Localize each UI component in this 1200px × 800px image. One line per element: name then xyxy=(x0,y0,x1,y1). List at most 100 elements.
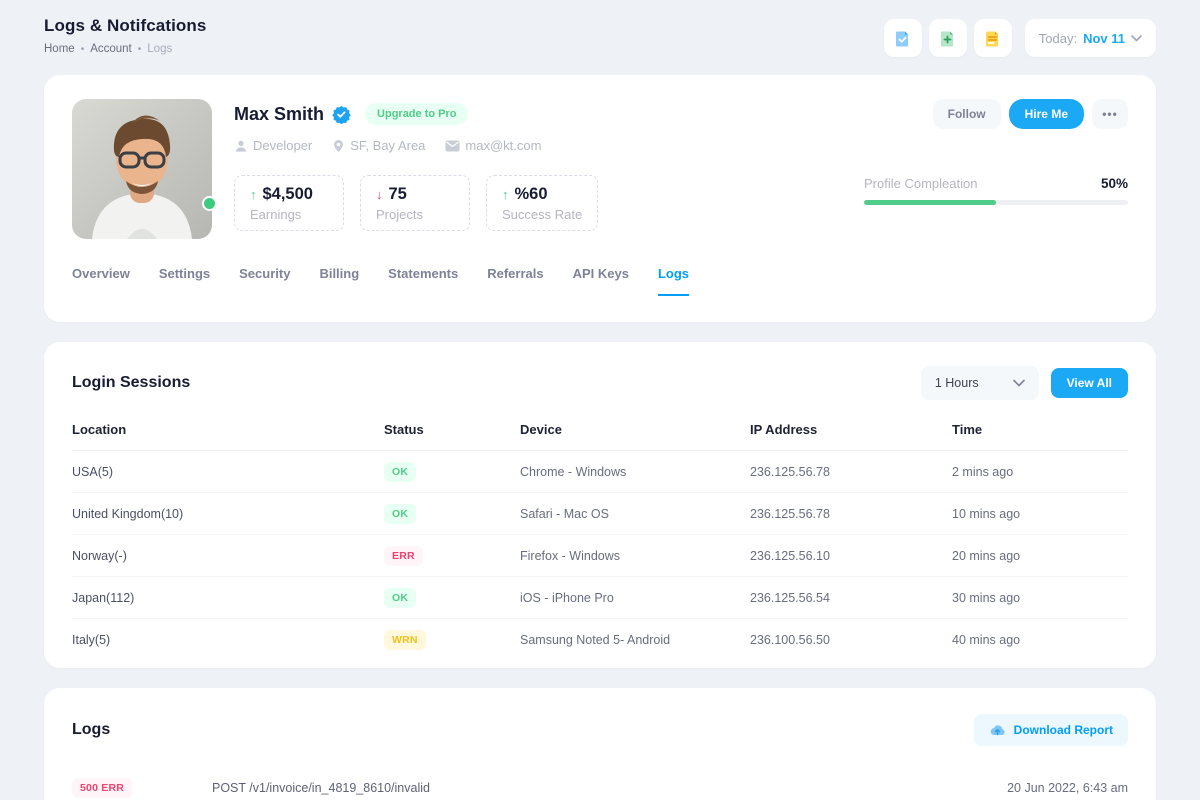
col-ip: IP Address xyxy=(750,422,952,437)
hours-filter-value: 1 Hours xyxy=(935,376,979,390)
log-status-badge: 500 ERR xyxy=(72,778,132,798)
session-row: USA(5) OK Chrome - Windows 236.125.56.78… xyxy=(72,451,1128,493)
session-time: 20 mins ago xyxy=(952,549,1128,563)
tab-billing[interactable]: Billing xyxy=(319,266,359,296)
session-status: ERR xyxy=(384,546,520,566)
breadcrumb: Home • Account • Logs xyxy=(44,43,206,55)
tab-referrals[interactable]: Referrals xyxy=(487,266,543,296)
col-status: Status xyxy=(384,422,520,437)
session-status: OK xyxy=(384,462,520,482)
avatar xyxy=(72,99,212,239)
tab-security[interactable]: Security xyxy=(239,266,290,296)
session-device: Firefox - Windows xyxy=(520,549,750,563)
completion-progress-fill xyxy=(864,200,996,205)
session-location: Italy(5) xyxy=(72,633,384,647)
file-check-button[interactable] xyxy=(884,19,922,57)
session-row: Japan(112) OK iOS - iPhone Pro 236.125.5… xyxy=(72,577,1128,619)
completion-label: Profile Compleation xyxy=(864,176,977,191)
meta-role-text: Developer xyxy=(253,138,312,153)
breadcrumb-home[interactable]: Home xyxy=(44,43,75,55)
profile-tabs: Overview Settings Security Billing State… xyxy=(72,266,1128,296)
stat-box: ↑%60 Success Rate xyxy=(486,175,598,231)
profile-meta: Developer SF, Bay Area max@kt.com xyxy=(234,138,598,153)
session-device: Safari - Mac OS xyxy=(520,507,750,521)
page-title: Logs & Notifcations xyxy=(44,16,206,36)
file-lines-icon xyxy=(983,29,1002,48)
download-report-button[interactable]: Download Report xyxy=(974,714,1128,746)
online-status-dot xyxy=(202,196,217,211)
date-label: Today: xyxy=(1039,31,1077,46)
trend-arrow-icon: ↑ xyxy=(502,187,509,202)
upgrade-pro-badge[interactable]: Upgrade to Pro xyxy=(365,103,468,125)
breadcrumb-logs: Logs xyxy=(147,43,172,55)
tab-overview[interactable]: Overview xyxy=(72,266,130,296)
tab-api-keys[interactable]: API Keys xyxy=(573,266,629,296)
tab-logs[interactable]: Logs xyxy=(658,266,689,296)
col-time: Time xyxy=(952,422,1128,437)
meta-email-text: max@kt.com xyxy=(465,138,541,153)
chevron-down-icon xyxy=(1013,379,1025,387)
stat-box: ↓ 75 Projects xyxy=(360,175,470,231)
breadcrumb-account[interactable]: Account xyxy=(90,43,132,55)
file-add-button[interactable] xyxy=(929,19,967,57)
user-icon xyxy=(234,139,248,153)
login-sessions-card: Login Sessions 1 Hours View All Location… xyxy=(44,342,1156,668)
tab-settings[interactable]: Settings xyxy=(159,266,210,296)
status-badge: OK xyxy=(384,504,416,524)
tab-statements[interactable]: Statements xyxy=(388,266,458,296)
status-badge: WRN xyxy=(384,630,426,650)
session-device: iOS - iPhone Pro xyxy=(520,591,750,605)
cloud-download-icon xyxy=(989,724,1006,737)
trend-arrow-icon: ↓ xyxy=(376,187,383,202)
date-selector[interactable]: Today: Nov 11 xyxy=(1025,19,1156,57)
topbar-actions: Today: Nov 11 xyxy=(884,19,1156,57)
page-root: Logs & Notifcations Home • Account • Logs xyxy=(0,0,1200,800)
hours-filter-select[interactable]: 1 Hours xyxy=(921,366,1039,400)
avatar-image xyxy=(72,99,212,239)
more-options-button[interactable]: ••• xyxy=(1092,99,1128,129)
log-time: 20 Jun 2022, 6:43 am xyxy=(1007,781,1128,795)
breadcrumb-dot: • xyxy=(138,44,142,55)
profile-right: Follow Hire Me ••• Profile Compleation 5… xyxy=(864,99,1128,239)
meta-location: SF, Bay Area xyxy=(332,138,425,153)
stat-value: 75 xyxy=(389,185,407,204)
session-status: OK xyxy=(384,504,520,524)
follow-button[interactable]: Follow xyxy=(933,99,1001,129)
profile-name: Max Smith xyxy=(234,104,324,125)
sessions-table-header: Location Status Device IP Address Time xyxy=(72,422,1128,451)
logs-title: Logs xyxy=(72,721,110,739)
session-time: 30 mins ago xyxy=(952,591,1128,605)
location-pin-icon xyxy=(332,139,345,153)
session-ip: 236.125.56.78 xyxy=(750,507,952,521)
session-status: WRN xyxy=(384,630,520,650)
session-row: Norway(-) ERR Firefox - Windows 236.125.… xyxy=(72,535,1128,577)
meta-location-text: SF, Bay Area xyxy=(350,138,425,153)
chevron-down-icon xyxy=(1131,35,1142,42)
date-value: Nov 11 xyxy=(1083,31,1125,46)
profile-completion: Profile Compleation 50% xyxy=(864,176,1128,205)
topbar: Logs & Notifcations Home • Account • Logs xyxy=(44,0,1156,59)
session-row: United Kingdom(10) OK Safari - Mac OS 23… xyxy=(72,493,1128,535)
col-location: Location xyxy=(72,422,384,437)
session-ip: 236.125.56.78 xyxy=(750,465,952,479)
stat-label: Earnings xyxy=(250,207,328,222)
breadcrumb-dot: • xyxy=(81,44,85,55)
hire-me-button[interactable]: Hire Me xyxy=(1009,99,1084,129)
status-badge: ERR xyxy=(384,546,423,566)
file-lines-button[interactable] xyxy=(974,19,1012,57)
view-all-button[interactable]: View All xyxy=(1051,368,1128,398)
col-device: Device xyxy=(520,422,750,437)
logs-list: 500 ERR POST /v1/invoice/in_4819_8610/in… xyxy=(72,778,1128,798)
sessions-table: Location Status Device IP Address Time U… xyxy=(72,422,1128,661)
completion-progress-track xyxy=(864,200,1128,205)
stat-label: Projects xyxy=(376,207,454,222)
session-ip: 236.125.56.54 xyxy=(750,591,952,605)
session-location: Norway(-) xyxy=(72,549,384,563)
stat-box: ↑$4,500 Earnings xyxy=(234,175,344,231)
meta-role: Developer xyxy=(234,138,312,153)
stat-label: Success Rate xyxy=(502,207,582,222)
session-location: USA(5) xyxy=(72,465,384,479)
log-request: POST /v1/invoice/in_4819_8610/invalid xyxy=(212,781,1007,795)
session-location: United Kingdom(10) xyxy=(72,507,384,521)
session-ip: 236.100.56.50 xyxy=(750,633,952,647)
